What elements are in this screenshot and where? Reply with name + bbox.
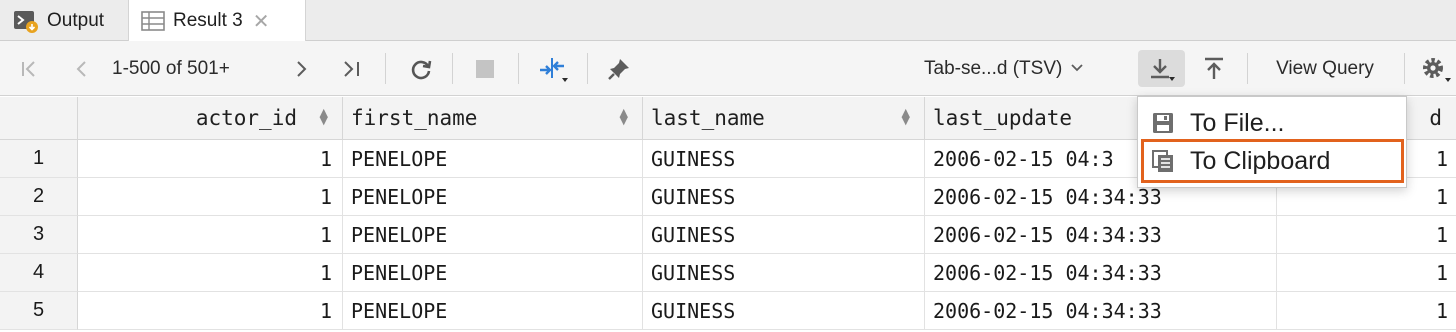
toolbar-separator — [587, 53, 588, 84]
save-icon — [1144, 111, 1182, 135]
row-number-header — [0, 97, 78, 140]
page-range[interactable]: 1-500 of 501+ — [112, 41, 272, 96]
toolbar-separator — [385, 53, 386, 84]
table-row[interactable]: 4 1 PENELOPE GUINESS 2006-02-15 04:34:33… — [0, 254, 1456, 292]
table-icon — [141, 11, 165, 31]
cell-actor-id[interactable]: 1 — [78, 254, 343, 292]
gear-icon[interactable] — [1418, 41, 1454, 96]
row-number: 1 — [0, 140, 78, 178]
row-number: 2 — [0, 178, 78, 216]
menu-item-label: To File... — [1190, 108, 1285, 137]
close-icon[interactable]: ✕ — [253, 9, 270, 34]
last-page-icon[interactable] — [337, 41, 367, 96]
toolbar-separator — [452, 53, 453, 84]
table-row[interactable]: 5 1 PENELOPE GUINESS 2006-02-15 04:34:33… — [0, 292, 1456, 330]
cell-last-update[interactable]: 2006-02-15 04:34:33 — [925, 216, 1277, 254]
column-header-label: d — [1429, 106, 1442, 130]
next-page-icon[interactable] — [287, 41, 317, 96]
clipboard-icon — [1144, 149, 1182, 173]
cell-last-update[interactable]: 2006-02-15 04:34:33 — [925, 254, 1277, 292]
view-query-button[interactable]: View Query — [1262, 41, 1388, 96]
cell-first-name[interactable]: PENELOPE — [343, 254, 643, 292]
menu-item-to-clipboard[interactable]: To Clipboard — [1141, 139, 1404, 183]
pin-icon[interactable] — [602, 41, 636, 96]
menu-item-to-file[interactable]: To File... — [1144, 104, 1401, 142]
first-page-icon[interactable] — [14, 41, 44, 96]
column-header-label: last_name — [651, 106, 765, 130]
cell-first-name[interactable]: PENELOPE — [343, 178, 643, 216]
upload-icon[interactable] — [1196, 41, 1232, 96]
view-query-label: View Query — [1276, 57, 1374, 79]
row-number: 4 — [0, 254, 78, 292]
compare-icon[interactable] — [534, 41, 574, 96]
tab-bar: Output Result 3 ✕ — [0, 0, 1456, 42]
cell-actor-id[interactable]: 1 — [78, 140, 343, 178]
cell-actor-id[interactable]: 1 — [78, 178, 343, 216]
toolbar-separator — [518, 53, 519, 84]
cell-last-name[interactable]: GUINESS — [643, 178, 925, 216]
sort-icon[interactable]: ▲ ▼ — [902, 107, 910, 126]
previous-page-icon[interactable] — [66, 41, 96, 96]
menu-item-label: To Clipboard — [1190, 146, 1331, 175]
row-number: 3 — [0, 216, 78, 254]
column-header-last-name[interactable]: last_name ▲ ▼ — [643, 97, 925, 140]
cell-actor-id[interactable]: 1 — [78, 216, 343, 254]
cell-extra[interactable]: 1 — [1277, 254, 1456, 292]
cell-last-name[interactable]: GUINESS — [643, 254, 925, 292]
download-icon[interactable] — [1138, 50, 1185, 87]
toolbar: 1-500 of 501+ Tab-se...d (TSV) View Quer… — [0, 41, 1456, 96]
chevron-down-icon — [1070, 60, 1084, 78]
table-row[interactable]: 3 1 PENELOPE GUINESS 2006-02-15 04:34:33… — [0, 216, 1456, 254]
column-header-actor-id[interactable]: actor_id ▲ ▼ — [78, 97, 343, 140]
stop-icon[interactable] — [470, 41, 500, 96]
cell-first-name[interactable]: PENELOPE — [343, 140, 643, 178]
export-format-select[interactable]: Tab-se...d (TSV) — [924, 41, 1124, 96]
column-header-label: first_name — [351, 106, 478, 130]
column-header-first-name[interactable]: first_name ▲ ▼ — [343, 97, 643, 140]
tab-result-label: Result 3 — [173, 10, 243, 31]
export-menu: To File... To Clipboard — [1137, 96, 1407, 188]
cell-last-name[interactable]: GUINESS — [643, 140, 925, 178]
tab-result-3[interactable]: Result 3 ✕ — [128, 0, 306, 42]
cell-first-name[interactable]: PENELOPE — [343, 216, 643, 254]
tab-output[interactable]: Output — [0, 0, 128, 41]
console-icon — [13, 9, 39, 33]
cell-extra[interactable]: 1 — [1277, 292, 1456, 330]
tab-output-label: Output — [47, 9, 105, 31]
column-header-label: actor_id — [195, 106, 297, 130]
toolbar-separator — [1404, 53, 1405, 84]
cell-first-name[interactable]: PENELOPE — [343, 292, 643, 330]
sort-icon[interactable]: ▲ ▼ — [620, 107, 628, 126]
cell-last-update[interactable]: 2006-02-15 04:34:33 — [925, 292, 1277, 330]
cell-last-name[interactable]: GUINESS — [643, 292, 925, 330]
row-number: 5 — [0, 292, 78, 330]
cell-extra[interactable]: 1 — [1277, 216, 1456, 254]
cell-actor-id[interactable]: 1 — [78, 292, 343, 330]
page-range-label: 1-500 of 501+ — [112, 57, 230, 79]
column-header-label: last_update — [933, 106, 1073, 130]
export-format-label: Tab-se...d (TSV) — [924, 57, 1063, 79]
refresh-icon[interactable] — [404, 41, 438, 96]
sort-icon[interactable]: ▲ ▼ — [320, 107, 328, 126]
toolbar-separator — [1247, 53, 1248, 84]
cell-last-name[interactable]: GUINESS — [643, 216, 925, 254]
